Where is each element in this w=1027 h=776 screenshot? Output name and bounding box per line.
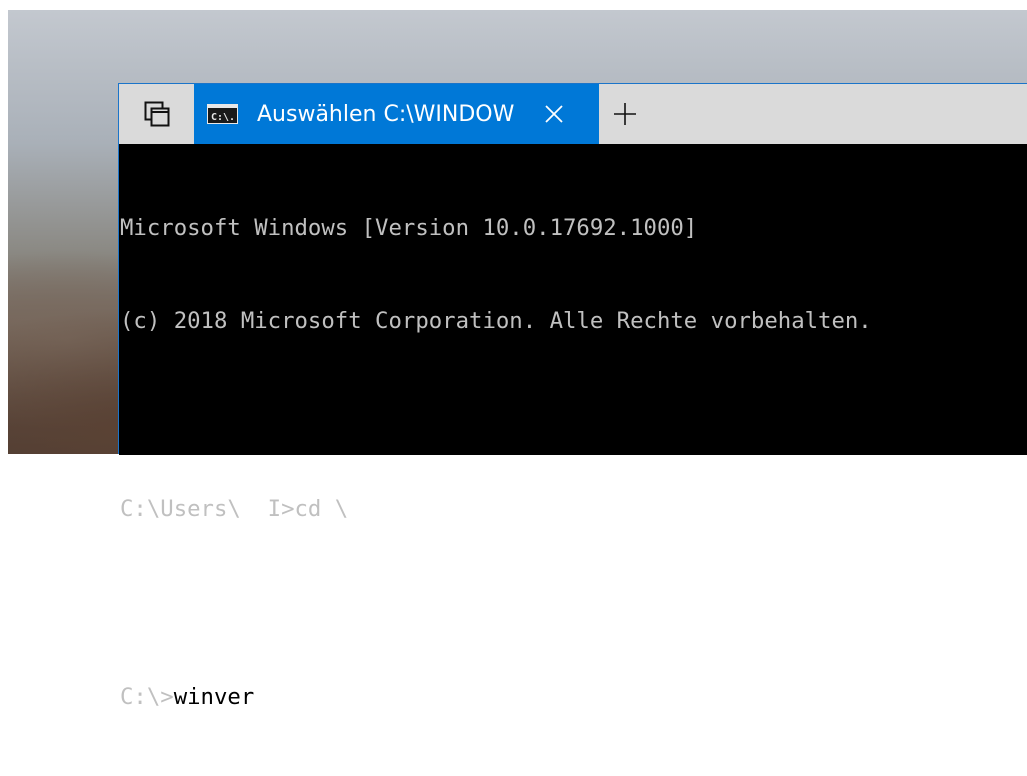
- tab-bar: C:\. Auswählen C:\WINDOW: [119, 84, 1027, 144]
- tab-title: Auswählen C:\WINDOW: [257, 101, 515, 127]
- console-line: (c) 2018 Microsoft Corporation. Alle Rec…: [120, 308, 872, 335]
- tab-command-prompt[interactable]: C:\. Auswählen C:\WINDOW: [194, 84, 599, 144]
- text-cursor: [255, 706, 273, 711]
- plus-icon: [614, 103, 636, 125]
- console-line: C:\Users\ I>cd \: [120, 496, 349, 523]
- cmd-icon-text: C:\.: [211, 112, 235, 123]
- tab-switcher-icon: [144, 101, 169, 127]
- console-prompt: C:\>: [120, 684, 174, 711]
- terminal-window: C:\. Auswählen C:\WINDOW Microsoft Windo…: [118, 83, 1027, 711]
- cmd-icon: C:\.: [207, 104, 238, 124]
- console-input-line: C:\>winver: [120, 682, 1027, 713]
- tab-switcher-button[interactable]: [119, 84, 194, 144]
- console-line: Microsoft Windows [Version 10.0.17692.10…: [120, 214, 698, 241]
- new-tab-button[interactable]: [609, 98, 641, 130]
- close-icon: [545, 105, 563, 123]
- selected-command-text[interactable]: winver: [173, 684, 255, 711]
- console-output[interactable]: Microsoft Windows [Version 10.0.17692.10…: [119, 144, 1027, 711]
- tab-close-button[interactable]: [539, 99, 569, 129]
